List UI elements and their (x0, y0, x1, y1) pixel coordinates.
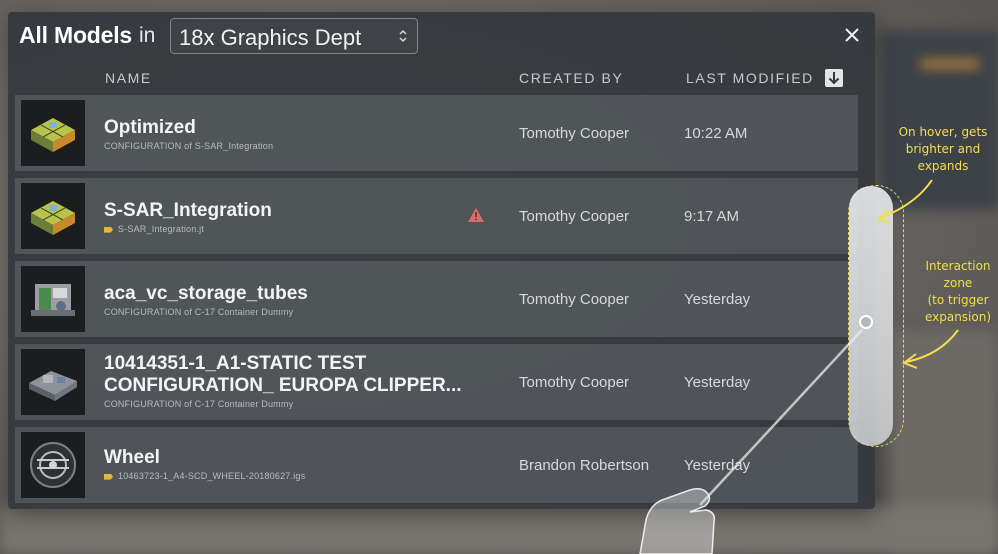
model-subtitle: 10463723-1_A4-SCD_WHEEL-20180627.igs (104, 471, 305, 481)
annotation-line: Interaction (925, 259, 991, 273)
tag-icon (104, 226, 113, 233)
background-detail (920, 60, 980, 68)
last-modified: 9:17 AM (684, 208, 740, 225)
scrollbar[interactable] (849, 186, 893, 446)
warning-triangle-icon (468, 208, 484, 222)
model-subtitle: CONFIGURATION of C-17 Container Dummy (104, 307, 294, 317)
created-by: Tomothy Cooper (519, 291, 630, 308)
tag-icon (104, 473, 113, 480)
arrow-down-icon[interactable] (825, 69, 843, 87)
department-label: 18x Graphics Dept (179, 25, 362, 50)
created-by: Brandon Robertson (519, 457, 650, 474)
model-subtitle: CONFIGURATION of S-SAR_Integration (104, 141, 274, 151)
scroll-cursor (859, 315, 873, 329)
hover-annotation: On hover, gets brighter and expands (890, 124, 996, 175)
last-modified: Yesterday (684, 374, 751, 391)
model-thumbnail (21, 183, 85, 249)
model-filename: 10463723-1_A4-SCD_WHEEL-20180627.igs (118, 471, 306, 481)
table-row[interactable]: Optimized CONFIGURATION of S-SAR_Integra… (15, 95, 858, 171)
annotation-line: On hover, gets (898, 125, 988, 139)
column-header-created-by[interactable]: CREATED BY (519, 70, 623, 86)
annotation-line: zone (943, 276, 973, 290)
annotation-line: expansion) (924, 310, 992, 324)
annotation-line: brighter and (905, 142, 981, 156)
model-name: S-SAR_Integration (104, 200, 272, 221)
department-select[interactable]: 18x Graphics Dept (170, 18, 418, 54)
model-thumbnail (21, 349, 85, 415)
column-header-last-modified[interactable]: LAST MODIFIED (686, 70, 814, 86)
table-row[interactable]: aca_vc_storage_tubes CONFIGURATION of C-… (15, 261, 858, 337)
close-icon[interactable] (843, 26, 861, 44)
created-by: Tomothy Cooper (519, 208, 630, 225)
last-modified: 10:22 AM (684, 125, 748, 142)
table-row[interactable]: Wheel 10463723-1_A4-SCD_WHEEL-20180627.i… (15, 427, 858, 503)
created-by: Tomothy Cooper (519, 374, 630, 391)
model-subtitle: CONFIGURATION of C-17 Container Dummy (104, 399, 294, 409)
model-name: Optimized (104, 117, 196, 138)
models-panel: All Models in 18x Graphics Dept NAME CRE… (8, 12, 875, 509)
panel-header: All Models in 18x Graphics Dept (8, 12, 875, 60)
model-name: Wheel (104, 447, 160, 468)
background-shelf (880, 30, 998, 210)
model-filename: S-SAR_Integration.jt (118, 224, 205, 234)
page-title: All Models (19, 22, 133, 48)
table-row[interactable]: S-SAR_Integration S-SAR_Integration.jt T… (15, 178, 858, 254)
chevron-updown-icon (399, 29, 407, 43)
title-connector: in (139, 24, 156, 47)
model-thumbnail (21, 266, 85, 332)
annotation-line: (to trigger (927, 293, 989, 307)
model-name: 10414351-1_A1-STATIC TEST (104, 353, 367, 374)
model-thumbnail (21, 100, 85, 166)
zone-annotation: Interaction zone (to trigger expansion) (918, 258, 998, 326)
background-floor (0, 505, 998, 554)
table-row[interactable]: 10414351-1_A1-STATIC TEST CONFIGURATION_… (15, 344, 858, 420)
column-header-name[interactable]: NAME (105, 70, 152, 86)
last-modified: Yesterday (684, 457, 751, 474)
created-by: Tomothy Cooper (519, 125, 630, 142)
last-modified: Yesterday (684, 291, 751, 308)
annotation-line: expands (917, 159, 969, 173)
model-subtitle: S-SAR_Integration.jt (104, 224, 204, 234)
model-thumbnail (21, 432, 85, 498)
model-name: aca_vc_storage_tubes (104, 283, 308, 304)
model-name-continued: CONFIGURATION_ EUROPA CLIPPER... (104, 375, 462, 396)
